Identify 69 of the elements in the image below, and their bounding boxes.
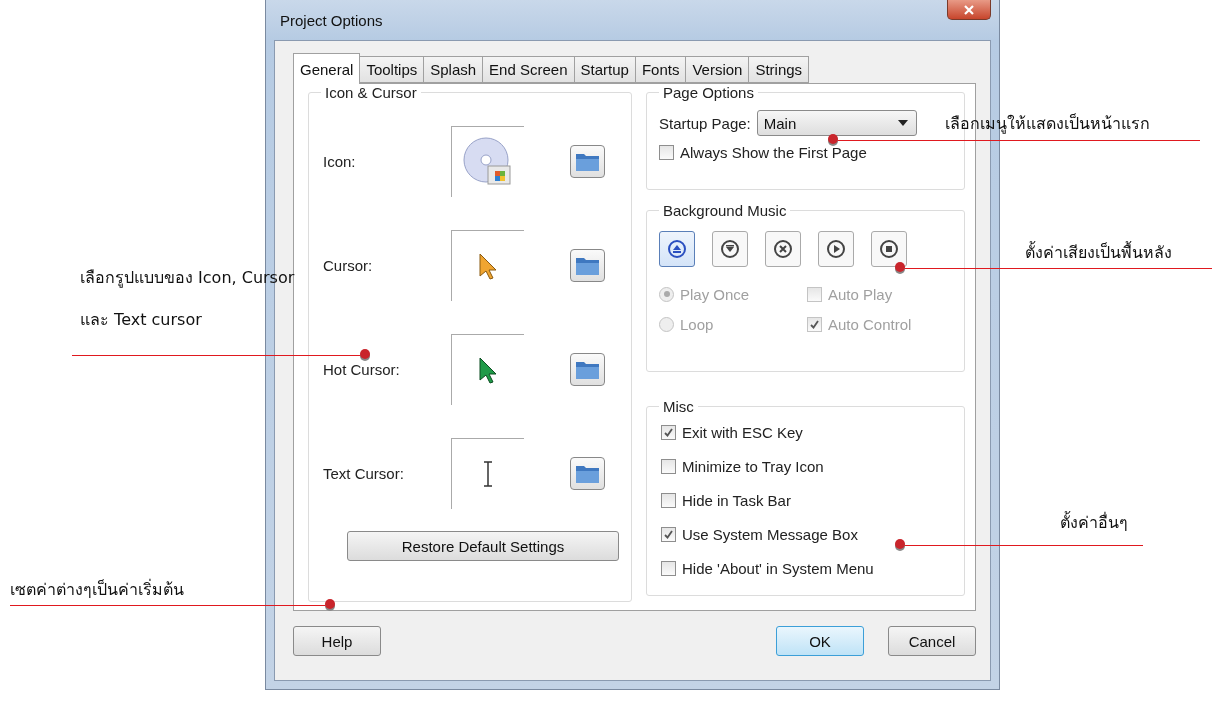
disc-icon <box>462 135 514 188</box>
tab[interactable]: End Screen <box>482 56 575 83</box>
annotation-text: เลือกรูปแบบของ Icon, Cursor <box>80 268 295 288</box>
help-button[interactable]: Help <box>293 626 381 656</box>
annotation-text: ตั้งค่าเสียงเป็นพื้นหลัง <box>1025 243 1172 263</box>
checkbox[interactable] <box>661 492 676 508</box>
group-title: Page Options <box>659 84 758 101</box>
dialog-button[interactable]: OK <box>776 626 864 656</box>
startup-page-dropdown[interactable]: Main <box>756 110 917 136</box>
tab[interactable]: Tooltips <box>359 56 425 83</box>
option-label: Auto Play <box>828 285 893 303</box>
playback-button[interactable] <box>871 231 907 267</box>
annotation-text: ตั้งค่าอื่นๆ <box>1060 513 1128 533</box>
field-label: Icon: <box>323 152 357 170</box>
checkbox[interactable] <box>659 144 674 160</box>
annotation-text: เซตค่าต่างๆเป็นค่าเริ่มต้น <box>10 580 184 600</box>
browse-button[interactable] <box>570 456 605 490</box>
down-icon <box>720 239 740 259</box>
stop-icon <box>879 239 899 259</box>
checkbox-label: Hide in Task Bar <box>682 491 791 509</box>
tab[interactable]: Startup <box>573 56 636 83</box>
checkbox[interactable] <box>661 458 676 474</box>
restore-defaults-button[interactable]: Restore Default Settings <box>347 531 619 561</box>
checkbox-label: Always Show the First Page <box>680 143 867 161</box>
checkbox-label: Use System Message Box <box>682 525 858 543</box>
callout-dot <box>895 262 905 272</box>
callout-dot <box>325 599 335 609</box>
tab[interactable]: Strings <box>748 56 810 83</box>
checkbox[interactable] <box>661 560 676 576</box>
annotation-text: และ Text cursor <box>80 310 202 330</box>
playback-button[interactable] <box>818 231 854 267</box>
group-title: Misc <box>659 398 698 415</box>
playback-button[interactable] <box>712 231 748 267</box>
close-icon <box>963 4 975 15</box>
close-icon <box>773 239 793 259</box>
playback-button[interactable] <box>765 231 801 267</box>
callout-dot <box>895 539 905 549</box>
checkbox[interactable] <box>661 424 676 440</box>
option-label: Loop <box>680 315 714 333</box>
tab[interactable]: Splash <box>423 56 484 83</box>
tab[interactable]: Fonts <box>634 56 687 83</box>
pointer-icon <box>478 251 498 280</box>
checkbox-label: Exit with ESC Key <box>682 423 803 441</box>
pointer-icon <box>478 355 498 384</box>
tab[interactable]: Version <box>685 56 750 83</box>
tab[interactable]: General <box>293 53 361 84</box>
option-label: Auto Control <box>828 315 912 333</box>
option-label: Play Once <box>680 285 750 303</box>
caret-icon <box>897 120 908 126</box>
text-cursor-icon <box>482 459 494 488</box>
browse-button[interactable] <box>570 248 605 282</box>
field-label: Text Cursor: <box>323 464 405 482</box>
window-title: Project Options <box>280 11 383 29</box>
field-label: Cursor: <box>323 256 374 274</box>
playback-button[interactable] <box>659 231 695 267</box>
eject-icon <box>667 239 687 259</box>
callout-dot <box>828 134 838 144</box>
play-icon <box>826 239 846 259</box>
close-button[interactable] <box>947 0 991 20</box>
field-label: Startup Page: <box>659 114 751 132</box>
browse-button[interactable] <box>570 144 605 178</box>
checkbox[interactable] <box>661 526 676 542</box>
field-label: Hot Cursor: <box>323 360 401 378</box>
checkbox-label: Minimize to Tray Icon <box>682 457 824 475</box>
group-title: Background Music <box>659 202 791 219</box>
dialog-button[interactable]: Cancel <box>888 626 976 656</box>
checkbox-label: Hide 'About' in System Menu <box>682 559 874 577</box>
browse-button[interactable] <box>570 352 605 386</box>
callout-dot <box>360 349 370 359</box>
